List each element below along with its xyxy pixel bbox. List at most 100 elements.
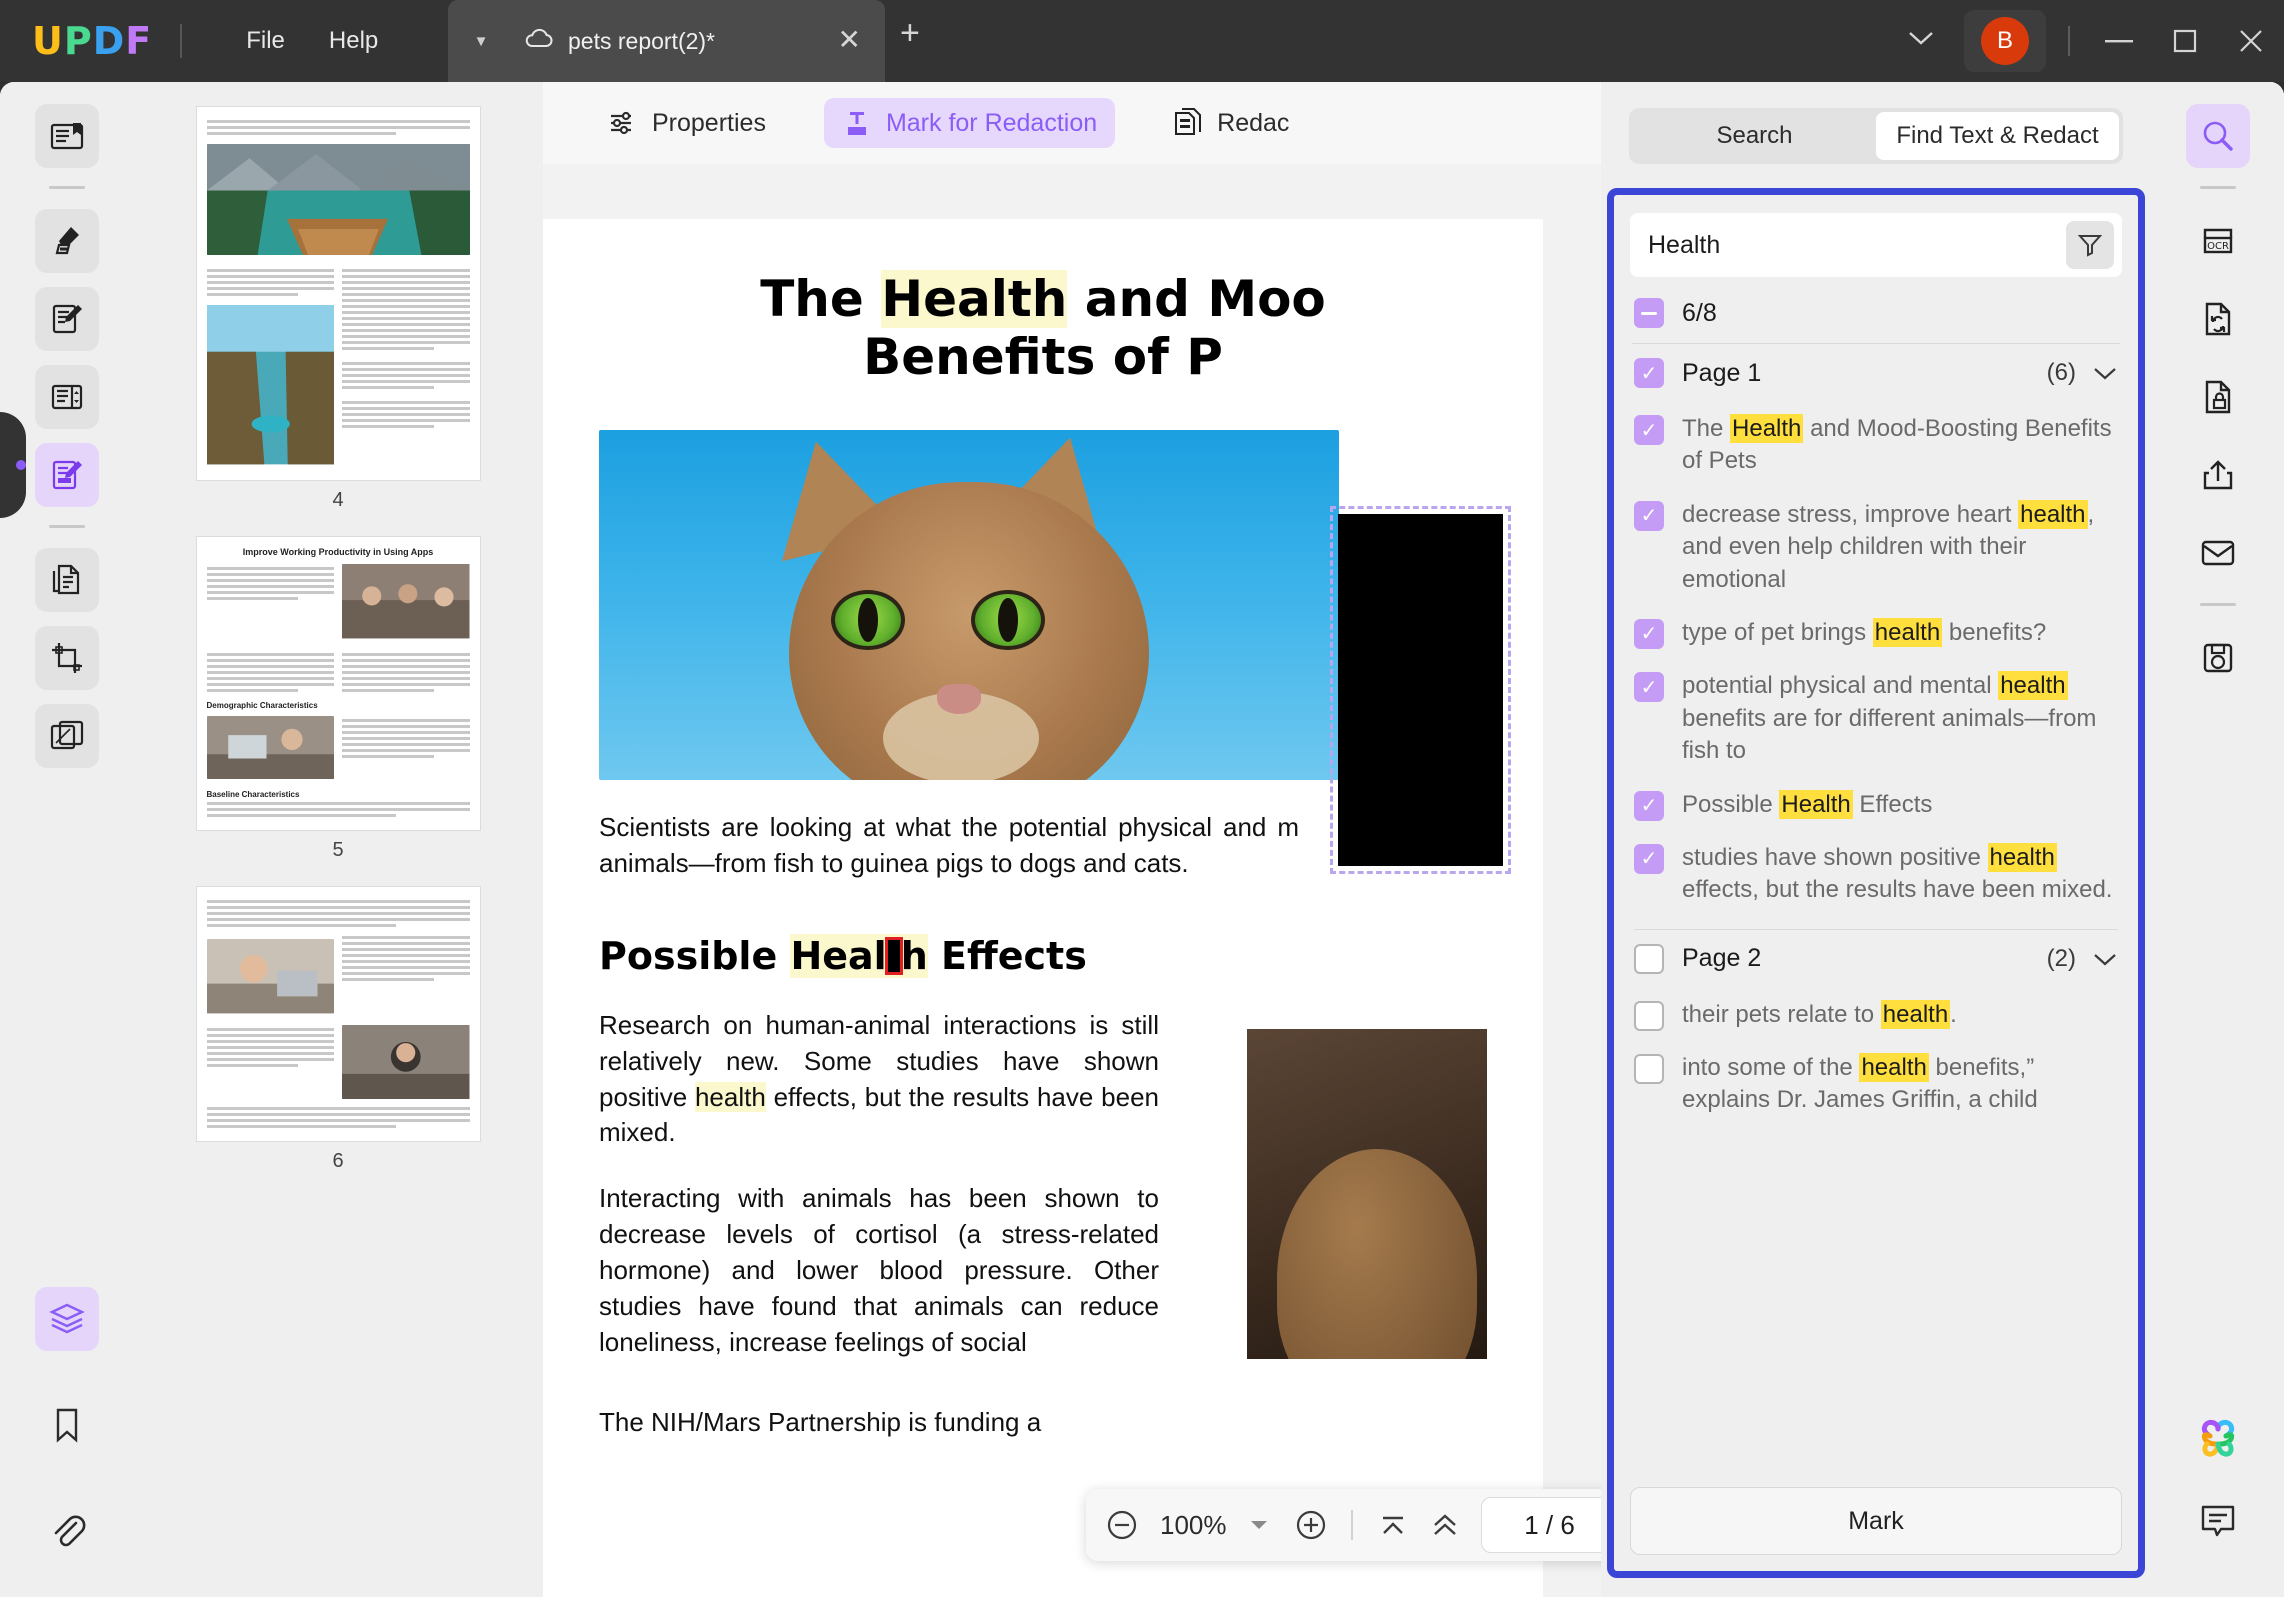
chevron-down-icon[interactable] xyxy=(2092,951,2118,967)
tab-find-text-redact[interactable]: Find Text & Redact xyxy=(1876,112,2119,160)
thumbnail-page: Improve Working Productivity in Using Ap… xyxy=(195,535,481,832)
redact-button[interactable]: Redac xyxy=(1155,97,1307,149)
result-checkbox[interactable]: ✓ xyxy=(1634,500,1664,531)
result-checkbox[interactable] xyxy=(1634,1000,1664,1031)
account-button[interactable]: B xyxy=(1964,10,2046,72)
panel-collapse-indicator xyxy=(16,460,26,470)
menu-file[interactable]: File xyxy=(224,17,307,65)
sidebar-item-bookmark[interactable] xyxy=(35,1393,99,1457)
search-result-item[interactable]: ✓ Possible Health Effects xyxy=(1620,778,2132,831)
redact-pages-icon xyxy=(1175,108,1202,135)
redaction-mark-box[interactable] xyxy=(1330,506,1511,874)
page-group-header[interactable]: ✓ Page 1 (6) xyxy=(1620,344,2132,402)
close-button[interactable] xyxy=(2218,0,2284,82)
result-text: decrease stress, improve heart health, a… xyxy=(1682,499,2095,593)
page-thumbnail-panel[interactable]: 4 Improve Working Productivity in Using … xyxy=(133,82,543,1597)
result-checkbox[interactable]: ✓ xyxy=(1634,618,1664,649)
rail-item-search[interactable] xyxy=(2185,104,2250,168)
search-result-item[interactable]: ✓ potential physical and mental health b… xyxy=(1620,659,2132,777)
logo-letter-p: P xyxy=(63,19,93,63)
title-line-2: Benefits of P xyxy=(863,327,1223,386)
page-group-count: (2) xyxy=(2046,944,2076,972)
maximize-button[interactable] xyxy=(2152,0,2218,82)
rail-item-ai-assistant[interactable] xyxy=(2186,1411,2250,1475)
sidebar-item-organize-pages[interactable] xyxy=(34,365,99,429)
search-result-item[interactable]: ✓ type of pet brings health benefits? xyxy=(1620,606,2132,659)
search-result-item[interactable]: their pets relate to health. xyxy=(1620,988,2132,1041)
sidebar-item-read-mode[interactable] xyxy=(34,104,99,168)
search-input[interactable] xyxy=(1648,230,2066,260)
new-tab-button[interactable]: + xyxy=(900,16,920,50)
titlebar-divider xyxy=(180,24,183,58)
rail-item-ocr[interactable]: OCR xyxy=(2186,209,2250,273)
result-text: potential physical and mental health ben… xyxy=(1682,671,2097,765)
thumbnail-number: 5 xyxy=(332,839,344,862)
mark-for-redaction-button[interactable]: Mark for Redaction xyxy=(823,98,1116,148)
rail-item-comment[interactable] xyxy=(2186,1489,2250,1553)
rail-item-protect[interactable] xyxy=(2186,365,2250,429)
menu-help[interactable]: Help xyxy=(307,17,400,65)
heading2-post: Effects xyxy=(927,933,1087,978)
previous-page-button[interactable] xyxy=(1419,1499,1471,1551)
sidebar-item-convert-pdf[interactable] xyxy=(34,548,99,612)
thumbnail-item[interactable]: 4 xyxy=(195,106,481,512)
result-checkbox[interactable]: ✓ xyxy=(1634,415,1664,445)
zoom-level[interactable]: 100% xyxy=(1160,1510,1227,1541)
page-group-checkbox[interactable]: ✓ xyxy=(1634,358,1664,388)
thumbnail-image-office xyxy=(342,564,470,639)
panel-tab-switch: Search Find Text & Redact xyxy=(1629,108,2123,164)
page-number-input[interactable]: 1 / 6 xyxy=(1480,1497,1619,1553)
rail-divider-2 xyxy=(48,525,85,528)
zoom-in-button[interactable] xyxy=(1285,1499,1337,1551)
sidebar-item-attachment[interactable] xyxy=(35,1499,99,1563)
thumbnail-number: 4 xyxy=(332,488,344,511)
page-group-checkbox[interactable] xyxy=(1634,943,1664,974)
select-all-checkbox[interactable] xyxy=(1634,298,1664,328)
search-result-item[interactable]: ✓ studies have shown positive health eff… xyxy=(1620,831,2132,917)
thumbnail-item[interactable]: 6 xyxy=(195,886,481,1173)
result-checkbox[interactable]: ✓ xyxy=(1634,843,1664,874)
select-all-row[interactable]: 6/8 xyxy=(1634,291,2118,335)
mark-button[interactable]: Mark xyxy=(1630,1487,2122,1555)
zoom-dropdown-icon[interactable] xyxy=(1233,1499,1285,1551)
result-text: studies have shown positive health effec… xyxy=(1682,842,2113,904)
tab-dropdown-icon[interactable]: ▼ xyxy=(448,0,514,82)
chevron-down-icon[interactable] xyxy=(2092,365,2118,381)
logo-letter-u: U xyxy=(32,19,64,63)
thumbnail-item[interactable]: Improve Working Productivity in Using Ap… xyxy=(195,535,481,863)
thumbnail-number: 6 xyxy=(332,1150,344,1173)
zoom-out-button[interactable] xyxy=(1096,1499,1148,1551)
sidebar-item-layers[interactable] xyxy=(34,1287,99,1351)
rail-item-email[interactable] xyxy=(2186,521,2250,585)
result-checkbox[interactable] xyxy=(1634,1054,1664,1085)
chevron-down-icon[interactable] xyxy=(1884,19,1958,63)
redact-label: Redac xyxy=(1217,108,1290,137)
find-redact-box: 6/8 ✓ Page 1 (6) ✓ The Health and Mood-B… xyxy=(1607,188,2145,1578)
sidebar-item-crop[interactable] xyxy=(34,626,99,690)
sidebar-item-highlighter[interactable] xyxy=(34,209,99,273)
close-icon[interactable]: ✕ xyxy=(838,26,861,54)
search-results-list[interactable]: ✓ Page 1 (6) ✓ The Health and Mood-Boost… xyxy=(1614,344,2138,1487)
first-page-button[interactable] xyxy=(1367,1499,1419,1551)
search-result-item[interactable]: ✓ The Health and Mood-Boosting Benefits … xyxy=(1620,402,2132,488)
properties-label: Properties xyxy=(652,108,766,137)
result-checkbox[interactable]: ✓ xyxy=(1634,672,1664,703)
thumbnail-heading: Improve Working Productivity in Using Ap… xyxy=(242,546,434,557)
search-result-item[interactable]: ✓ decrease stress, improve heart health,… xyxy=(1620,488,2132,606)
find-redact-panel: Search Find Text & Redact 6/8 ✓ Page 1 xyxy=(1601,82,2151,1597)
document-tab[interactable]: ▼ pets report(2)* ✕ xyxy=(448,0,885,82)
document-title: The Health and Moo Benefits of P xyxy=(599,270,1487,386)
page-group-header[interactable]: Page 2 (2) xyxy=(1620,930,2132,988)
sidebar-item-compare[interactable] xyxy=(34,704,99,768)
rail-item-share[interactable] xyxy=(2186,443,2250,507)
rail-item-convert[interactable] xyxy=(2186,287,2250,351)
tab-search[interactable]: Search xyxy=(1633,112,1876,160)
minimize-button[interactable] xyxy=(2086,0,2152,82)
result-checkbox[interactable]: ✓ xyxy=(1634,790,1664,821)
sidebar-item-redact[interactable] xyxy=(34,443,99,507)
search-result-item[interactable]: into some of the health benefits,” expla… xyxy=(1620,1041,2132,1127)
rail-item-save[interactable] xyxy=(2186,626,2250,690)
sidebar-item-edit-pdf[interactable] xyxy=(34,287,99,351)
filter-button[interactable] xyxy=(2066,221,2114,269)
properties-button[interactable]: Properties xyxy=(590,98,784,148)
